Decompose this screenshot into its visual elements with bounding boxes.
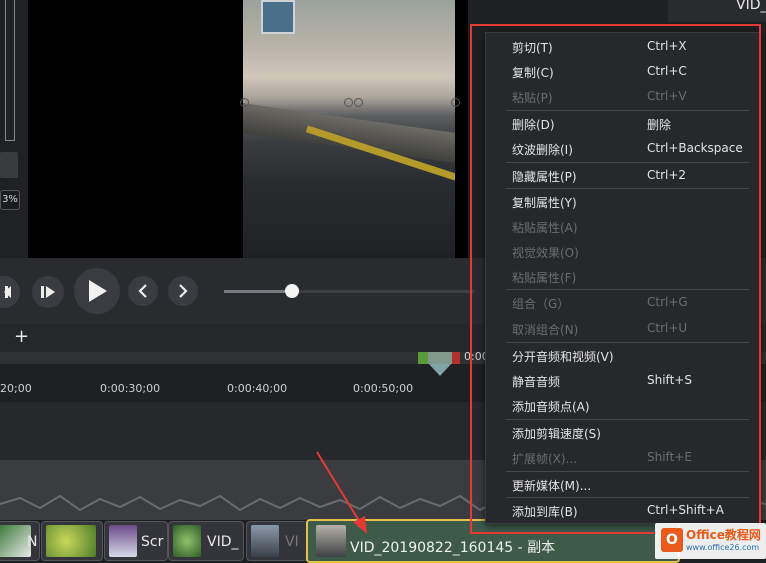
step-back-icon bbox=[4, 286, 11, 298]
volume-slider-fill[interactable] bbox=[224, 290, 294, 293]
clip-label: VID_ bbox=[207, 534, 239, 550]
step-forward-icon bbox=[41, 286, 55, 298]
chevron-right-icon bbox=[179, 284, 188, 298]
ruler-label: 0:00:50;00 bbox=[353, 382, 414, 395]
in-point-marker[interactable] bbox=[418, 352, 428, 364]
clip-label: Scr bbox=[141, 534, 164, 550]
clip-thumbnail bbox=[109, 525, 137, 557]
annotation-arrow bbox=[316, 451, 367, 534]
volume-slider-track[interactable] bbox=[294, 290, 474, 293]
office-logo-icon: O bbox=[661, 528, 683, 552]
zoom-percent[interactable]: 3% bbox=[0, 190, 20, 210]
out-point-marker[interactable] bbox=[452, 352, 460, 364]
timeline-clip[interactable]: VI bbox=[246, 521, 308, 561]
resize-handle[interactable] bbox=[354, 98, 363, 107]
chevron-left-icon bbox=[138, 284, 147, 298]
clip-thumbnail bbox=[46, 525, 96, 557]
playhead[interactable] bbox=[429, 364, 451, 376]
clip-label: VI bbox=[285, 534, 299, 550]
timeline-clip[interactable]: N bbox=[0, 521, 40, 561]
next-button[interactable] bbox=[168, 276, 198, 306]
street-sign-image bbox=[261, 0, 295, 34]
play-button[interactable] bbox=[74, 268, 120, 314]
resize-handle[interactable] bbox=[344, 98, 353, 107]
zoom-button[interactable] bbox=[0, 152, 18, 178]
watermark-title: Office教程网 bbox=[686, 528, 761, 542]
volume-slider-knob[interactable] bbox=[285, 284, 299, 298]
clip-thumbnail bbox=[173, 525, 201, 557]
watermark-url: www.office26.com bbox=[686, 543, 760, 552]
ruler-label: 0:00:30;00 bbox=[100, 382, 161, 395]
selected-clip-label: VID_20190822_160145 - 副本 bbox=[350, 540, 556, 556]
curb-image bbox=[243, 103, 455, 163]
play-icon bbox=[89, 280, 107, 302]
clip-thumbnail bbox=[251, 525, 279, 557]
highlight-box bbox=[470, 24, 761, 534]
ruler-label: 20;00 bbox=[0, 382, 32, 395]
video-frame[interactable] bbox=[243, 0, 455, 258]
add-track-button[interactable]: + bbox=[14, 326, 29, 347]
playhead-handle[interactable] bbox=[428, 352, 452, 364]
timeline-clip[interactable]: VID_ bbox=[168, 521, 244, 561]
ruler-label: 0:00:40;00 bbox=[227, 382, 288, 395]
properties-clip-title: VID_ bbox=[736, 0, 766, 13]
zoom-slider[interactable] bbox=[5, 0, 15, 141]
previous-button[interactable] bbox=[128, 276, 158, 306]
resize-handle[interactable] bbox=[451, 98, 460, 107]
resize-handle[interactable] bbox=[240, 98, 249, 107]
timeline-clip[interactable]: Scr bbox=[104, 521, 168, 561]
step-forward-button[interactable] bbox=[32, 276, 64, 308]
timeline-clip[interactable] bbox=[41, 521, 103, 561]
clip-label: N bbox=[27, 534, 38, 550]
